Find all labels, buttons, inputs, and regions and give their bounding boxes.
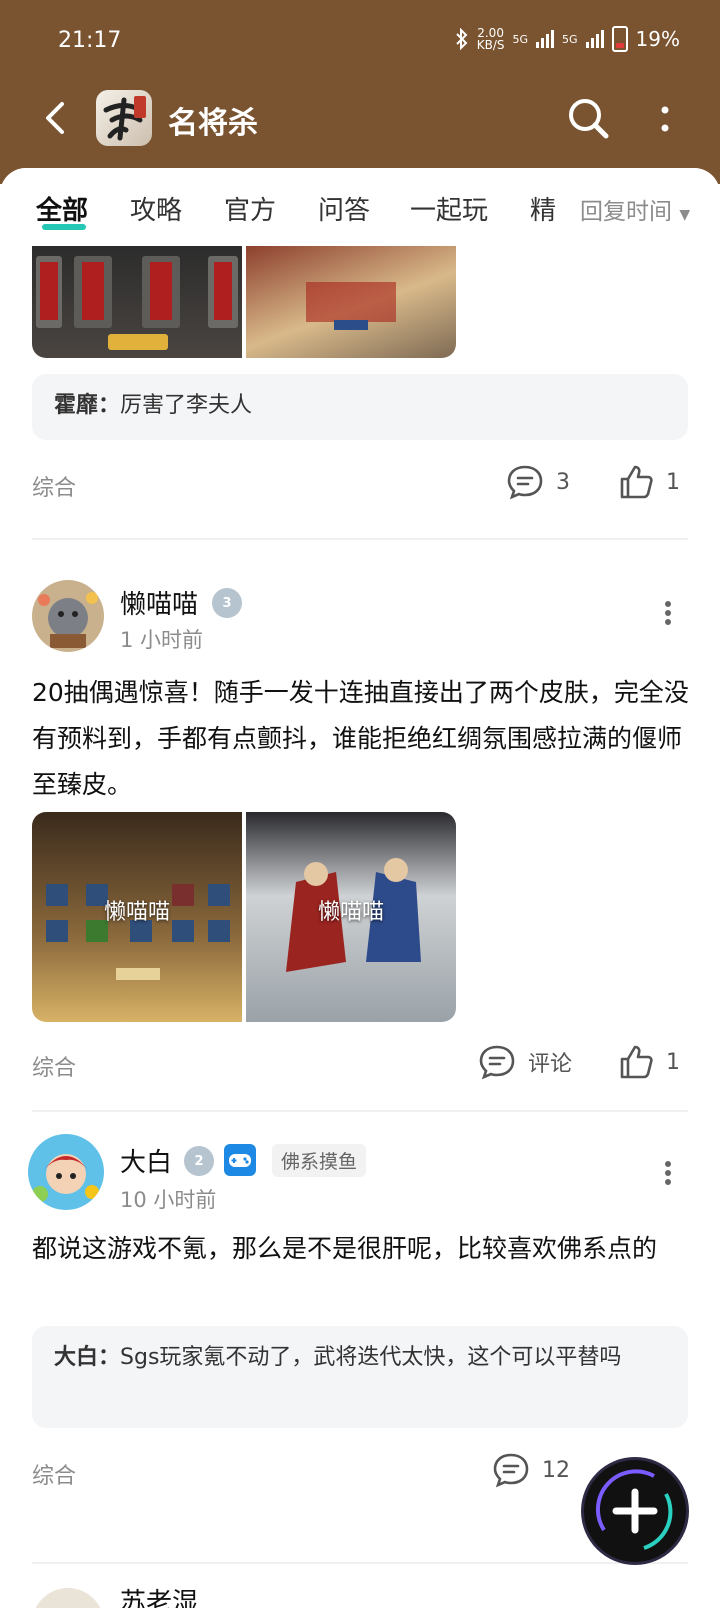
reply-preview[interactable]: 霍靡：厉害了李夫人 (32, 374, 688, 440)
category-tabs: 全部 攻略 官方 问答 一起玩 精 回复时间 ▼ (0, 168, 720, 246)
author-name[interactable]: 懒喵喵 (120, 584, 198, 621)
comment-count: 12 (542, 1457, 570, 1483)
thumbs-up-icon (620, 465, 653, 499)
comment-icon (507, 465, 543, 500)
card-grid-image (36, 256, 238, 350)
user-tag: 佛系摸鱼 (272, 1144, 367, 1177)
tab-guides[interactable]: 攻略 (130, 190, 182, 227)
like-count: 1 (666, 469, 680, 495)
more-vertical-icon[interactable] (664, 1160, 672, 1186)
post-category: 综合 (32, 1056, 77, 1081)
status-bar: 21:17 2.00 KB/S 5G 5G 19% (0, 0, 720, 84)
tab-official[interactable]: 官方 (224, 190, 276, 227)
comment-icon (479, 1045, 515, 1080)
post-time: 10 小时前 (120, 1188, 217, 1212)
cartoon-avatar-image (28, 1134, 104, 1210)
search-icon[interactable] (566, 96, 610, 140)
level-badge: 2 (184, 1146, 214, 1176)
signal-label-1: 5G (512, 32, 529, 46)
clock: 21:17 (58, 28, 122, 53)
like-button[interactable]: 1 (618, 464, 680, 500)
avatar[interactable] (32, 580, 104, 652)
more-icon[interactable] (660, 102, 670, 136)
battery-level: 19% (635, 27, 680, 51)
tab-qa[interactable]: 问答 (318, 190, 370, 227)
battery-icon (611, 26, 628, 52)
thumbs-up-icon (620, 1045, 653, 1079)
app-logo (96, 90, 152, 146)
divider (32, 538, 688, 540)
level-badge: 3 (212, 588, 242, 618)
post-body[interactable]: 20抽偶遇惊喜！随手一发十连抽直接出了两个皮肤，完全没有预料到，手都有点颤抖，谁… (32, 670, 692, 808)
net-speed: 2.00 KB/S (476, 26, 505, 52)
create-post-button[interactable] (584, 1460, 686, 1562)
post-footer: 综合 3 1 (0, 464, 720, 504)
active-tab-indicator (42, 224, 86, 230)
post-category: 综合 (32, 1464, 77, 1489)
comment-label: 评论 (528, 1052, 573, 1077)
post-time: 1 小时前 (120, 628, 204, 652)
avatar[interactable] (28, 1134, 104, 1210)
sort-dropdown[interactable]: 回复时间 ▼ (572, 192, 691, 226)
forum-title: 名将杀 (168, 106, 258, 141)
like-count: 1 (666, 1049, 680, 1075)
signal-icon (536, 30, 555, 48)
post-footer: 综合 评论 1 (0, 1044, 720, 1084)
author-name[interactable]: 苏老湿 (120, 1582, 198, 1608)
author-name[interactable]: 大白 (120, 1142, 172, 1179)
reply-author: 霍靡： (54, 393, 121, 418)
signal-icon-2 (585, 30, 604, 48)
comment-button[interactable]: 12 (492, 1452, 570, 1488)
reply-text: Sgs玩家氪不动了，武将迭代太快，这个可以平替吗 (120, 1345, 622, 1370)
tab-play-together[interactable]: 一起玩 (410, 190, 488, 227)
bluetooth-icon (456, 28, 468, 50)
reply-author: 大白： (54, 1345, 121, 1370)
post-image[interactable] (32, 242, 242, 358)
reply-text: 厉害了李夫人 (120, 393, 253, 418)
post-category: 综合 (32, 476, 77, 501)
cat-avatar-image (32, 580, 104, 652)
content-sheet: 全部 攻略 官方 问答 一起玩 精 回复时间 ▼ 霍靡：厉害了李夫人 综合 3 … (0, 168, 720, 1608)
comment-button[interactable]: 评论 (478, 1044, 572, 1080)
divider (32, 1110, 688, 1112)
image-watermark: 懒喵喵 (317, 900, 384, 925)
post-image[interactable]: 懒喵喵 (32, 812, 242, 1022)
post-image[interactable] (246, 242, 456, 358)
signal-label-2: 5G (562, 32, 578, 46)
plus-icon (595, 1469, 673, 1550)
tab-all[interactable]: 全部 (36, 190, 88, 227)
gamepad-icon (224, 1144, 256, 1176)
status-icons: 2.00 KB/S 5G 5G 19% (455, 26, 680, 52)
post-image[interactable]: 懒喵喵 (246, 812, 456, 1022)
divider (32, 1562, 688, 1564)
comment-button[interactable]: 3 (506, 464, 570, 500)
comment-count: 3 (556, 469, 570, 495)
image-watermark: 懒喵喵 (103, 900, 170, 925)
like-button[interactable]: 1 (618, 1044, 680, 1080)
sort-label: 回复时间 (580, 199, 672, 225)
victory-banner-image (306, 282, 396, 330)
back-icon[interactable] (36, 98, 76, 138)
comment-icon (493, 1453, 529, 1488)
reply-preview[interactable]: 大白：Sgs玩家氪不动了，武将迭代太快，这个可以平替吗 (32, 1326, 688, 1428)
avatar[interactable] (32, 1588, 104, 1608)
chevron-down-icon: ▼ (679, 207, 691, 223)
more-vertical-icon[interactable] (664, 600, 672, 626)
post-body[interactable]: 都说这游戏不氪，那么是不是很肝呢，比较喜欢佛系点的 (32, 1226, 692, 1272)
tab-featured[interactable]: 精 (530, 190, 556, 227)
logo-calligraphy-icon (103, 96, 146, 141)
